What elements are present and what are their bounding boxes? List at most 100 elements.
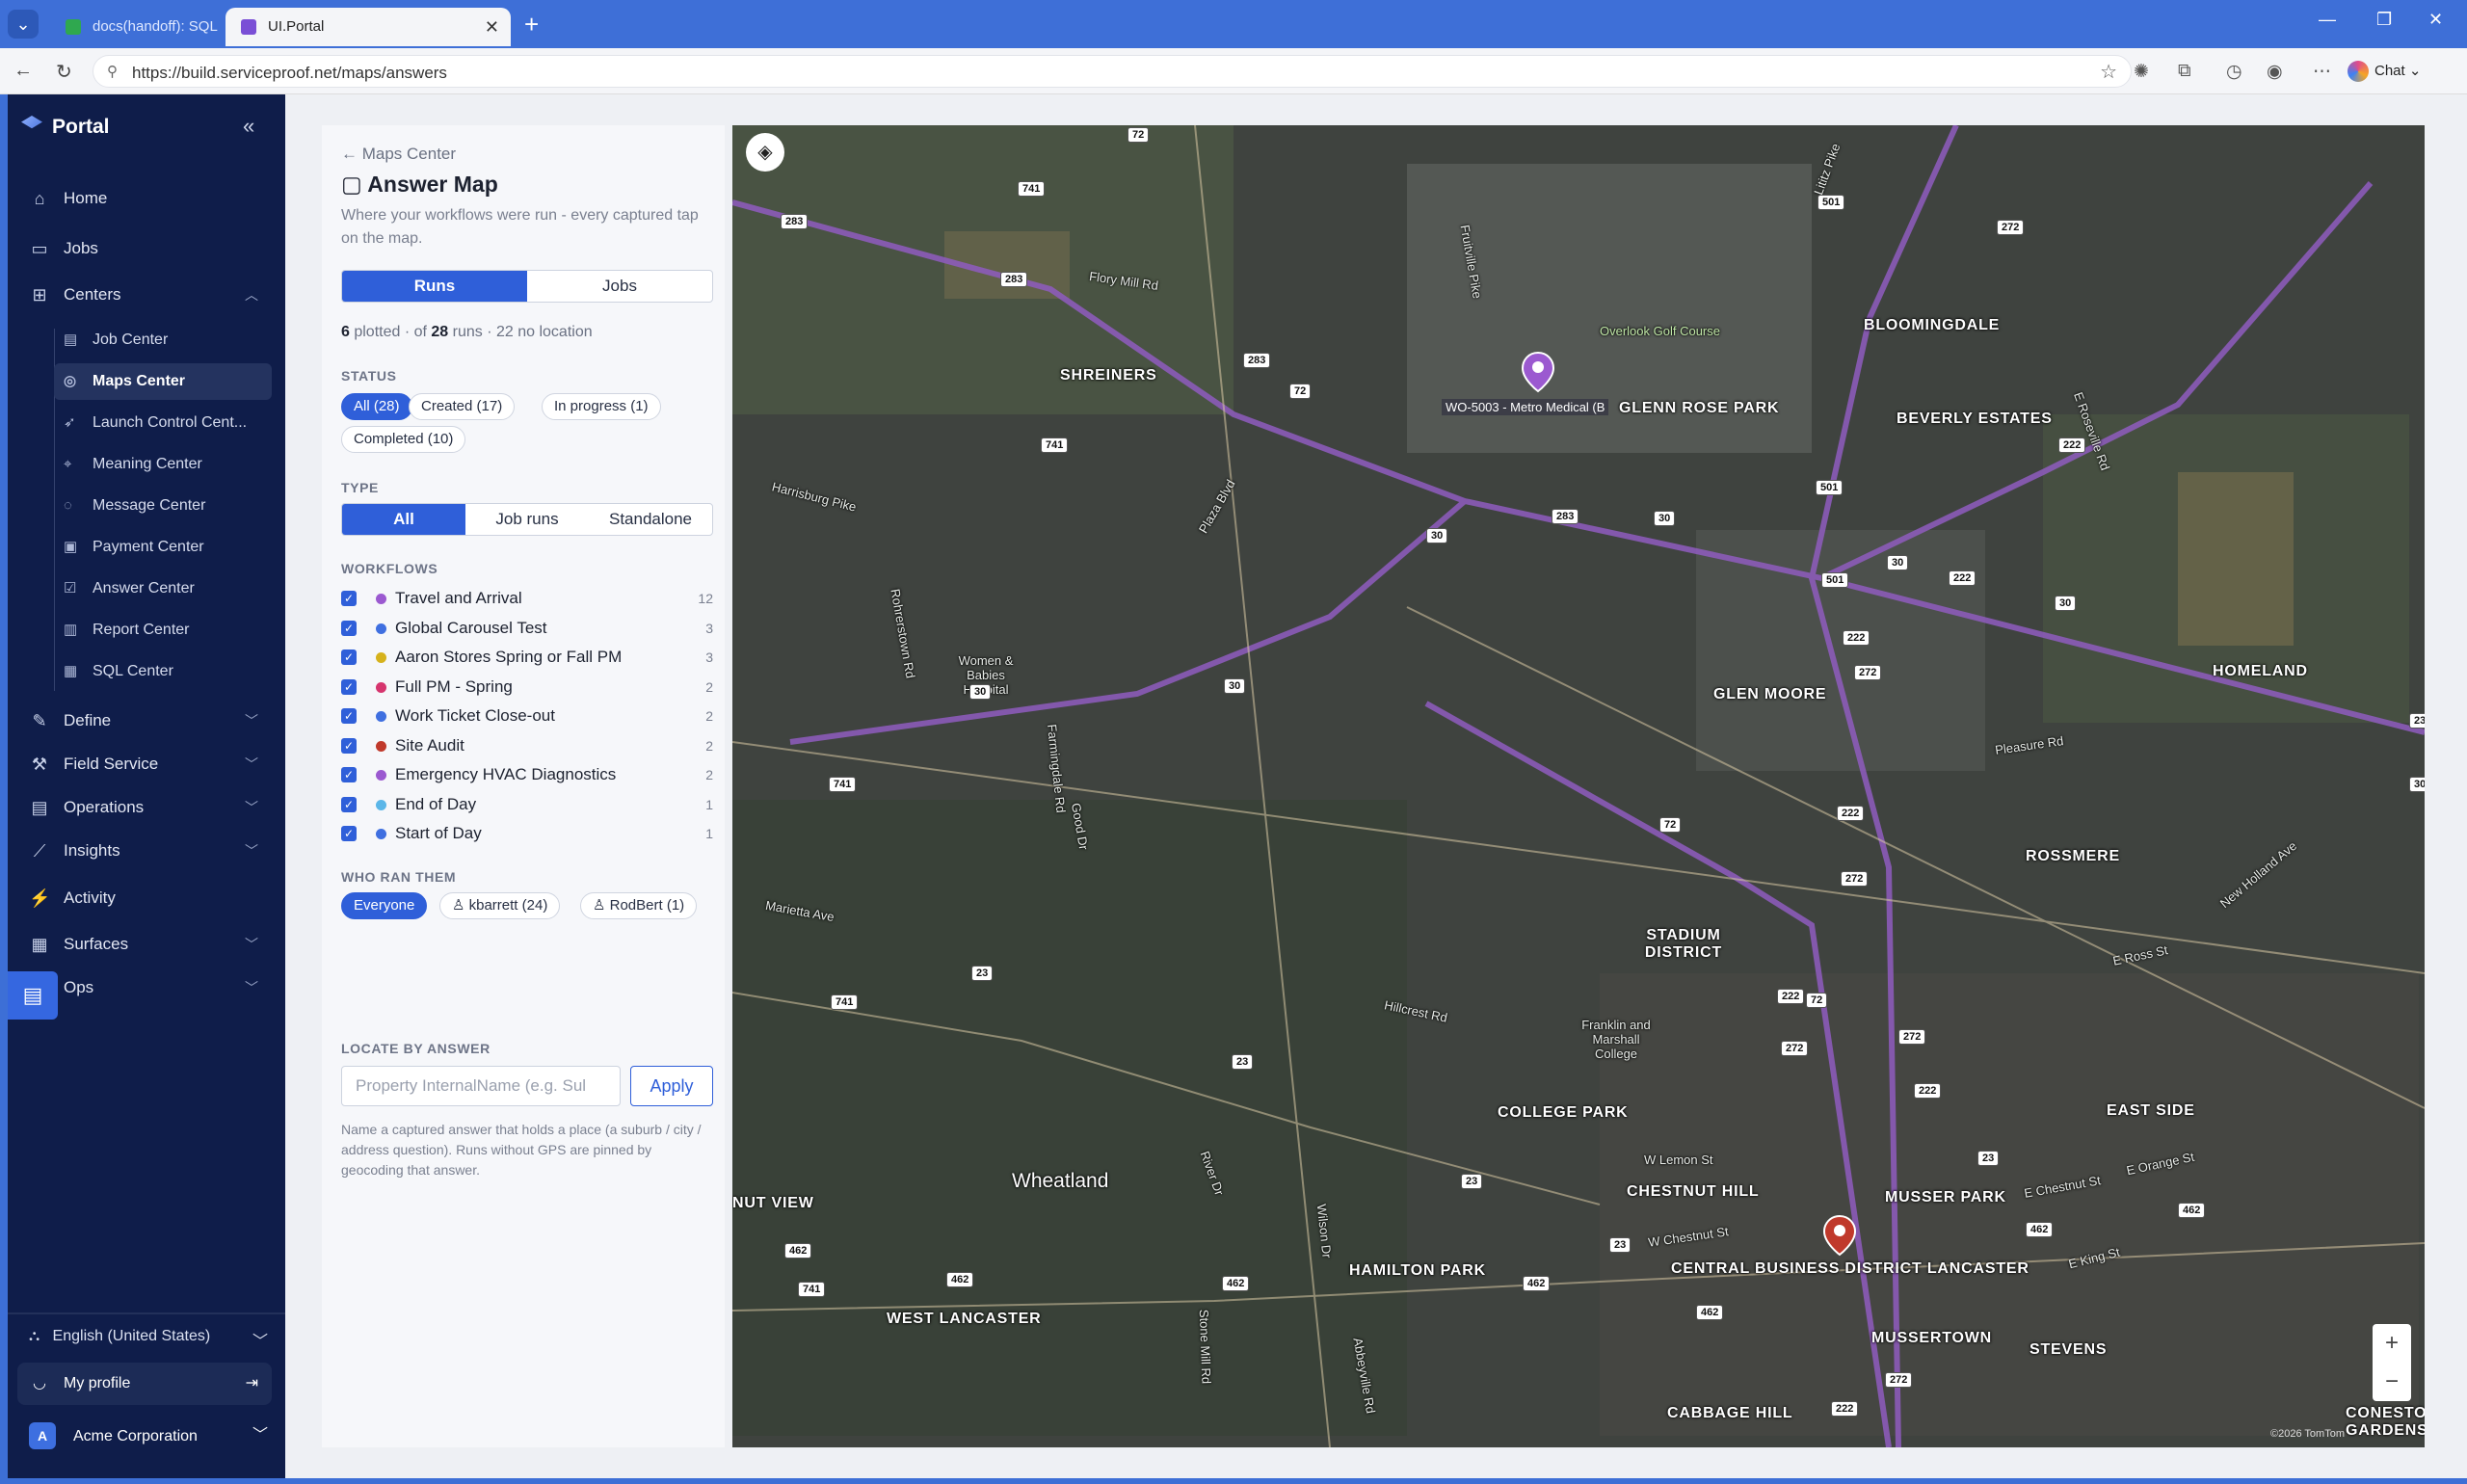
apply-button[interactable]: Apply [630, 1066, 713, 1106]
sidebar-item-jobs[interactable]: ▭ Jobs [8, 229, 285, 268]
sidebar-item-activity[interactable]: ⚡ Activity [8, 879, 285, 917]
checkbox-checked-icon[interactable]: ✓ [341, 708, 357, 724]
workflow-item[interactable]: ✓ Site Audit 2 [341, 731, 713, 760]
workflow-item[interactable]: ✓ Start of Day 1 [341, 819, 713, 848]
chat-button[interactable]: Chat ⌄ [2348, 56, 2421, 87]
tab-search-button[interactable]: ⌄ [8, 10, 39, 39]
checkbox-checked-icon[interactable]: ✓ [341, 591, 357, 606]
site-info-icon[interactable]: ⚲ [107, 63, 118, 80]
language-selector[interactable]: ⛬ English (United States) ﹀ [29, 1328, 268, 1350]
route-shield: 741 [798, 1282, 826, 1297]
sidebar-item-launch-control[interactable]: ➶ Launch Control Cent... [54, 405, 272, 441]
workflow-item[interactable]: ✓ Work Ticket Close-out 2 [341, 702, 713, 730]
browser-tab-docs[interactable]: docs(handoff): SQL [50, 8, 220, 46]
more-menu-icon[interactable]: ⋯ [2313, 61, 2331, 83]
sidebar-item-job-center[interactable]: ▤ Job Center [54, 322, 272, 358]
bookmark-star-icon[interactable]: ☆ [2100, 60, 2117, 84]
url-field[interactable]: ⚲ https://build.serviceproof.net/maps/an… [93, 55, 2132, 88]
who-chip-everyone[interactable]: Everyone [341, 892, 428, 919]
who-chip-kbarrett[interactable]: ♙ kbarrett (24) [439, 892, 561, 919]
reload-icon[interactable]: ↻ [56, 60, 72, 84]
brand[interactable]: Portal [21, 116, 110, 139]
workflow-item[interactable]: ✓ Global Carousel Test 3 [341, 614, 713, 643]
sidebar-item-sql-center[interactable]: ▦ SQL Center [54, 653, 272, 690]
checkbox-checked-icon[interactable]: ✓ [341, 649, 357, 665]
who-chip-rodbert[interactable]: ♙ RodBert (1) [580, 892, 698, 919]
map-canvas[interactable]: ◈ SHREINERS BLOOMINGDALE GLENN ROSE PARK… [732, 125, 2425, 1447]
sidebar-item-report-center[interactable]: ▥ Report Center [54, 612, 272, 649]
sidebar-item-answer-center[interactable]: ☑ Answer Center [54, 570, 272, 607]
workflow-item[interactable]: ✓ Aaron Stores Spring or Fall PM 3 [341, 643, 713, 672]
locate-answer-input[interactable]: Property InternalName (e.g. Sul [341, 1066, 621, 1106]
type-standalone[interactable]: Standalone [589, 504, 712, 535]
workflow-item[interactable]: ✓ Travel and Arrival 12 [341, 584, 713, 613]
sidebar-item-centers[interactable]: ⊞ Centers ︿ [8, 276, 285, 314]
sidebar-item-payment-center[interactable]: ▣ Payment Center [54, 529, 272, 566]
org-switcher[interactable]: A Acme Corporation ﹀ [29, 1422, 268, 1450]
sidebar-item-insights[interactable]: ⟋ Insights ﹀ [8, 832, 285, 870]
checkbox-checked-icon[interactable]: ✓ [341, 620, 357, 636]
layers-icon[interactable]: ◈ [746, 133, 784, 172]
status-chip-created[interactable]: Created (17) [409, 393, 516, 420]
minimize-icon[interactable]: — [2319, 10, 2336, 30]
zoom-out-button[interactable]: − [2373, 1363, 2411, 1401]
sidebar-item-surfaces[interactable]: ▦ Surfaces ﹀ [8, 925, 285, 964]
map-area-label: CENTRAL BUSINESS DISTRICT LANCASTER [1671, 1260, 2029, 1277]
workflow-item[interactable]: ✓ Emergency HVAC Diagnostics 2 [341, 760, 713, 789]
history-icon[interactable]: ◷ [2226, 61, 2242, 83]
checkbox-checked-icon[interactable]: ✓ [341, 826, 357, 841]
restore-icon[interactable]: ❐ [2376, 10, 2392, 30]
check-favicon-icon [66, 19, 81, 35]
tab-jobs[interactable]: Jobs [527, 271, 712, 302]
sql-icon: ▦ [64, 663, 78, 679]
route-shield: 23 [971, 966, 994, 981]
route-shield: 222 [1777, 989, 1805, 1004]
back-link[interactable]: ← Maps Center [341, 145, 456, 164]
sidebar-item-label: Message Center [93, 497, 206, 514]
status-chip-completed[interactable]: Completed (10) [341, 426, 466, 453]
checkbox-checked-icon[interactable]: ✓ [341, 767, 357, 782]
status-chip-in-progress[interactable]: In progress (1) [542, 393, 661, 420]
extension-icon[interactable]: ✺ [2134, 61, 2149, 83]
checkbox-checked-icon[interactable]: ✓ [341, 737, 357, 754]
sidebar-item-message-center[interactable]: ◌ Message Center [54, 488, 272, 524]
close-tab-icon[interactable]: ✕ [485, 8, 499, 46]
chat-widget-icon[interactable]: ▤ [8, 971, 58, 1020]
type-all[interactable]: All [342, 504, 465, 535]
route-shield: 283 [1552, 509, 1579, 524]
status-chip-all[interactable]: All (28) [341, 393, 412, 420]
tab-runs[interactable]: Runs [342, 271, 527, 302]
workflow-item[interactable]: ✓ End of Day 1 [341, 790, 713, 819]
url-text: https://build.serviceproof.net/maps/answ… [132, 64, 447, 82]
sidebar-item-label: Insights [64, 841, 120, 860]
zoom-in-button[interactable]: + [2373, 1324, 2411, 1363]
map-pin-red[interactable] [1822, 1214, 1857, 1257]
puzzle-icon[interactable]: ⧉ [2178, 61, 2191, 82]
route-shield: 30 [1426, 528, 1448, 543]
checkbox-checked-icon[interactable]: ✓ [341, 796, 357, 812]
workflow-item[interactable]: ✓ Full PM - Spring 2 [341, 673, 713, 702]
tab-label: docs(handoff): SQL [93, 18, 218, 35]
close-window-icon[interactable]: ✕ [2428, 10, 2443, 30]
sidebar-item-label: Job Center [93, 331, 169, 348]
sidebar-item-home[interactable]: ⌂ Home [8, 179, 285, 218]
workflow-name: Site Audit [395, 735, 464, 755]
sidebar-item-label: Field Service [64, 755, 159, 773]
map-area-label: HAMILTON PARK [1349, 1262, 1486, 1279]
type-job-runs[interactable]: Job runs [465, 504, 589, 535]
map-pin-purple[interactable] [1521, 351, 1555, 393]
sidebar-item-define[interactable]: ✎ Define ﹀ [8, 702, 285, 740]
sidebar-item-meaning-center[interactable]: ⌖ Meaning Center [54, 446, 272, 483]
new-tab-icon[interactable]: + [524, 10, 539, 39]
back-arrow-icon[interactable]: ← [13, 60, 33, 82]
avatar-icon[interactable]: ◉ [2267, 61, 2283, 83]
collapse-sidebar-icon[interactable]: « [243, 114, 254, 139]
my-profile-button[interactable]: ◡ My profile ⇥ [17, 1363, 272, 1405]
divider [8, 1312, 285, 1314]
checkbox-checked-icon[interactable]: ✓ [341, 678, 357, 695]
logout-icon[interactable]: ⇥ [246, 1363, 258, 1405]
sidebar-item-maps-center[interactable]: ◎ Maps Center [54, 363, 272, 400]
browser-tab-portal[interactable]: UI.Portal ✕ [225, 8, 511, 46]
sidebar-item-field-service[interactable]: ⚒ Field Service ﹀ [8, 745, 285, 783]
sidebar-item-operations[interactable]: ▤ Operations ﹀ [8, 788, 285, 827]
